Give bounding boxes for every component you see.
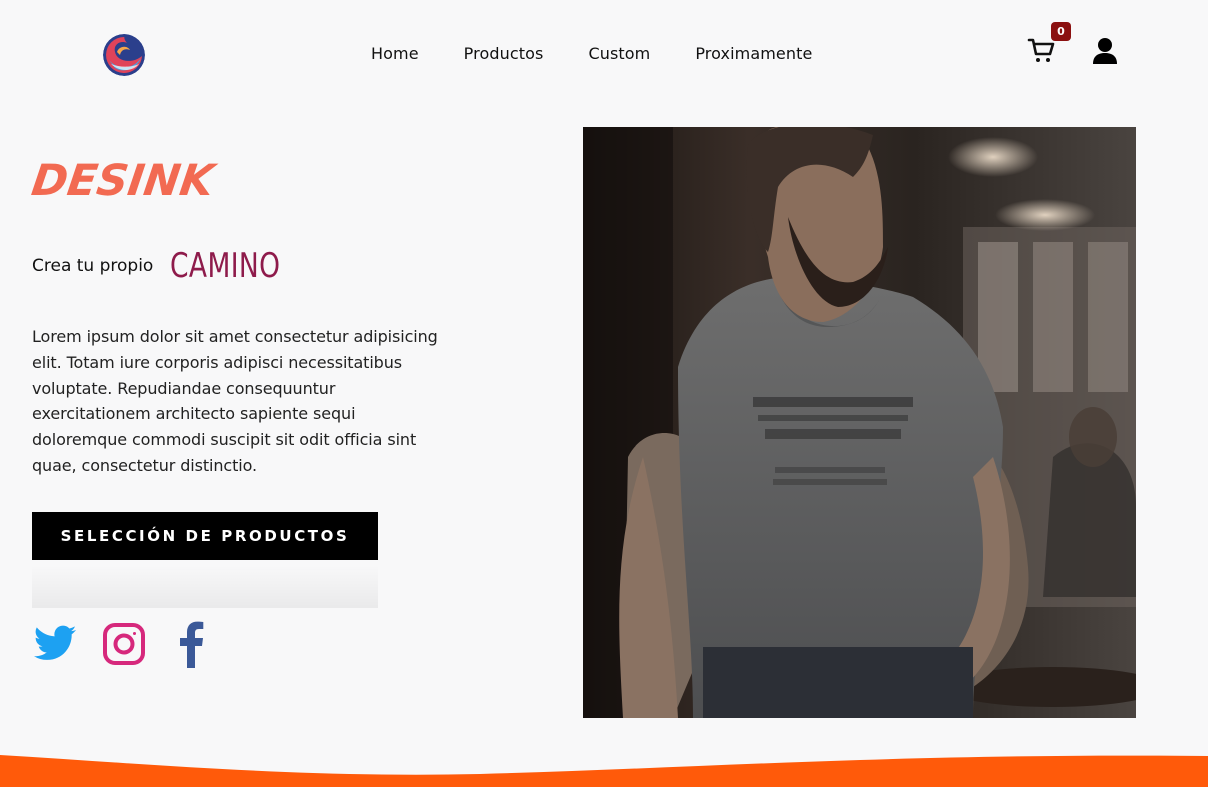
user-icon[interactable]: [1092, 37, 1118, 65]
hero-photo: [583, 127, 1136, 718]
cart-count-badge: 0: [1051, 22, 1071, 41]
product-selection-button[interactable]: SELECCIÓN DE PRODUCTOS: [32, 512, 378, 560]
nav-productos[interactable]: Productos: [464, 44, 544, 63]
main-nav: Home Productos Custom Proximamente: [371, 44, 812, 63]
footer-wave: [0, 755, 1208, 787]
nav-custom[interactable]: Custom: [588, 44, 650, 63]
social-links: [32, 620, 206, 668]
tagline: Crea tu propio: [32, 256, 154, 276]
nav-proximamente[interactable]: Proximamente: [695, 44, 812, 63]
nav-home[interactable]: Home: [371, 44, 419, 63]
tagline-accent: CAMINO: [170, 246, 281, 286]
hero-description: Lorem ipsum dolor sit amet consectetur a…: [32, 327, 438, 475]
button-reflection: [32, 560, 378, 608]
wave-logo-icon[interactable]: [103, 34, 145, 76]
brand-title: DESINK: [28, 156, 217, 206]
facebook-icon[interactable]: [176, 620, 206, 668]
twitter-icon[interactable]: [32, 621, 78, 667]
navbar: Home Productos Custom Proximamente 0: [0, 0, 1208, 108]
tagline-row: Crea tu propio CAMINO: [32, 246, 312, 286]
instagram-icon[interactable]: [102, 622, 146, 666]
